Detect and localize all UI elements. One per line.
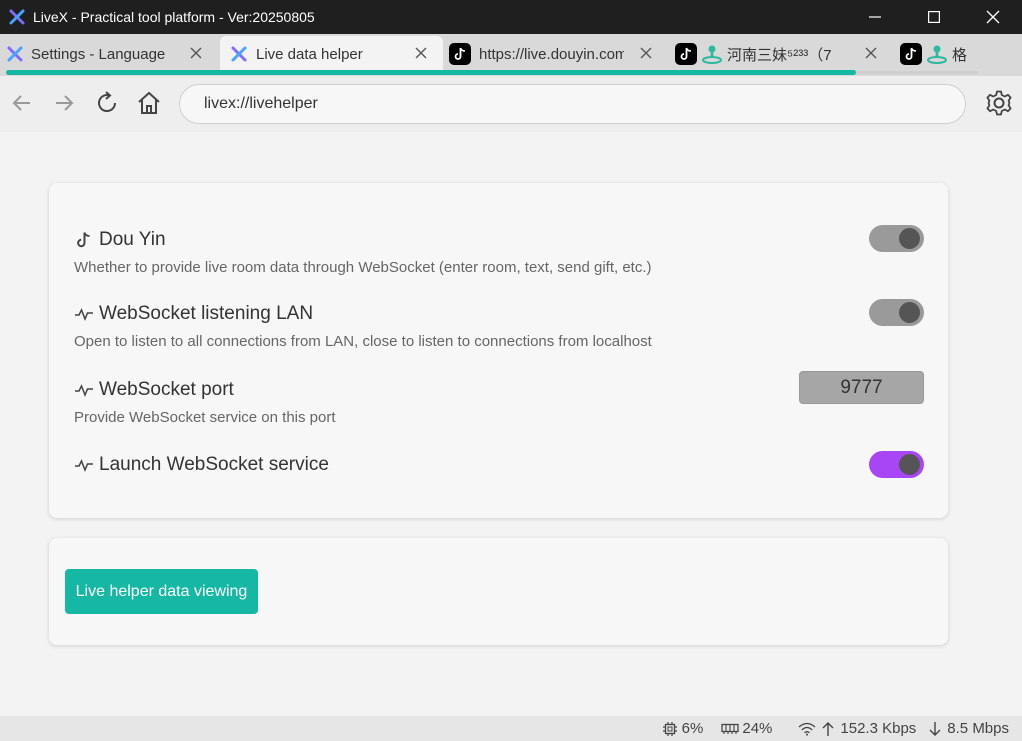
toggle-knob: [899, 228, 920, 249]
lan-toggle[interactable]: [869, 299, 924, 326]
launch-service-toggle[interactable]: [869, 451, 924, 478]
wifi-icon: [798, 720, 816, 738]
upload-speed: 152.3 Kbps: [840, 720, 917, 737]
tiktok-icon: [449, 43, 471, 65]
tiktok-icon: [900, 43, 922, 65]
setting-port-description: Provide WebSocket service on this port: [74, 409, 336, 426]
arrow-up-icon: [819, 720, 837, 738]
pulse-icon: [74, 455, 94, 475]
tab-douyin-room-2[interactable]: 格: [900, 36, 980, 72]
maximize-icon: [927, 11, 940, 23]
reload-button[interactable]: [93, 89, 121, 117]
address-bar[interactable]: livex://livehelper: [179, 84, 966, 124]
network-download: 8.5 Mbps: [926, 720, 1009, 738]
pulse-icon: [74, 380, 94, 400]
tab-close-icon[interactable]: [187, 44, 205, 62]
settings-button[interactable]: [984, 88, 1014, 118]
livex-logo-icon: [9, 9, 25, 25]
game-controller-icon: [701, 43, 723, 65]
live-helper-data-viewing-button[interactable]: Live helper data viewing: [65, 569, 258, 614]
network-upload: 152.3 Kbps: [798, 720, 916, 738]
memory-usage: 24%: [721, 720, 772, 738]
home-button[interactable]: [135, 89, 163, 117]
tab-label: Settings - Language: [31, 45, 166, 63]
toggle-knob: [899, 302, 920, 323]
websocket-settings-card: Dou Yin Whether to provide live room dat…: [49, 183, 948, 518]
setting-port: WebSocket port Provide WebSocket service…: [74, 371, 924, 426]
tab-label: 格: [952, 46, 968, 64]
cpu-value: 6%: [681, 720, 704, 737]
tab-douyin-room[interactable]: 河南三妹⁵²³³（7: [675, 36, 890, 72]
setting-douyin-title: Dou Yin: [99, 229, 166, 250]
toggle-knob: [899, 454, 920, 475]
download-speed: 8.5 Mbps: [947, 720, 1009, 737]
arrow-right-icon: [56, 95, 74, 111]
setting-title: WebSocket port: [74, 379, 924, 401]
window-title: LiveX - Practical tool platform - Ver:20…: [33, 9, 315, 25]
arrow-left-icon: [12, 95, 30, 111]
cpu-usage: 6%: [661, 720, 704, 738]
home-icon: [138, 91, 160, 114]
setting-title: WebSocket listening LAN: [74, 303, 924, 325]
tab-close-icon[interactable]: [637, 44, 655, 62]
tiktok-icon: [675, 43, 697, 65]
setting-douyin-description: Whether to provide live room data throug…: [74, 259, 652, 276]
progress-track: [856, 71, 978, 74]
livex-logo-icon: [228, 43, 250, 65]
tab-label: https://live.douyin.com/: [479, 45, 624, 63]
reload-icon: [98, 91, 117, 112]
tab-douyin-url[interactable]: https://live.douyin.com/: [449, 36, 665, 72]
tab-close-icon[interactable]: [862, 44, 880, 62]
minimize-button[interactable]: [845, 0, 904, 34]
close-icon: [986, 10, 999, 24]
page-load-progress: [6, 70, 856, 75]
douyin-toggle[interactable]: [869, 225, 924, 252]
data-view-card: Live helper data viewing: [49, 538, 948, 645]
setting-lan: WebSocket listening LAN Open to listen t…: [74, 299, 924, 350]
gear-icon: [986, 90, 1012, 116]
setting-port-title: WebSocket port: [99, 379, 234, 400]
port-input[interactable]: 9777: [799, 371, 924, 404]
status-bar: 6% 24% 152.3 Kbps 8.5 Mbps: [0, 716, 1022, 741]
tab-settings-language[interactable]: Settings - Language: [0, 36, 218, 72]
arrow-down-icon: [926, 720, 944, 738]
tab-label: Live data helper: [256, 45, 363, 63]
close-window-button[interactable]: [963, 0, 1022, 34]
title-bar: LiveX - Practical tool platform - Ver:20…: [0, 0, 1022, 34]
address-url: livex://livehelper: [204, 95, 318, 112]
tiktok-icon: [74, 230, 94, 250]
tab-close-icon[interactable]: [412, 44, 430, 62]
setting-launch: Launch WebSocket service: [74, 451, 924, 478]
setting-title: Dou Yin: [74, 229, 924, 251]
maximize-button[interactable]: [904, 0, 963, 34]
memory-value: 24%: [742, 720, 773, 737]
back-button[interactable]: [8, 89, 36, 117]
minimize-icon: [868, 16, 881, 18]
setting-launch-title: Launch WebSocket service: [99, 454, 329, 475]
navigation-toolbar: livex://livehelper: [0, 76, 1022, 132]
tab-live-data-helper[interactable]: Live data helper: [220, 36, 443, 72]
pulse-icon: [74, 304, 94, 324]
setting-lan-title: WebSocket listening LAN: [99, 303, 314, 324]
cpu-icon: [661, 720, 679, 738]
forward-button[interactable]: [50, 89, 78, 117]
setting-title: Launch WebSocket service: [74, 454, 924, 476]
livex-logo-icon: [4, 43, 26, 65]
setting-lan-description: Open to listen to all connections from L…: [74, 333, 652, 350]
game-controller-icon: [926, 43, 948, 65]
setting-douyin: Dou Yin Whether to provide live room dat…: [74, 225, 924, 276]
tab-label: 河南三妹⁵²³³（7: [727, 46, 832, 64]
memory-icon: [721, 720, 740, 738]
